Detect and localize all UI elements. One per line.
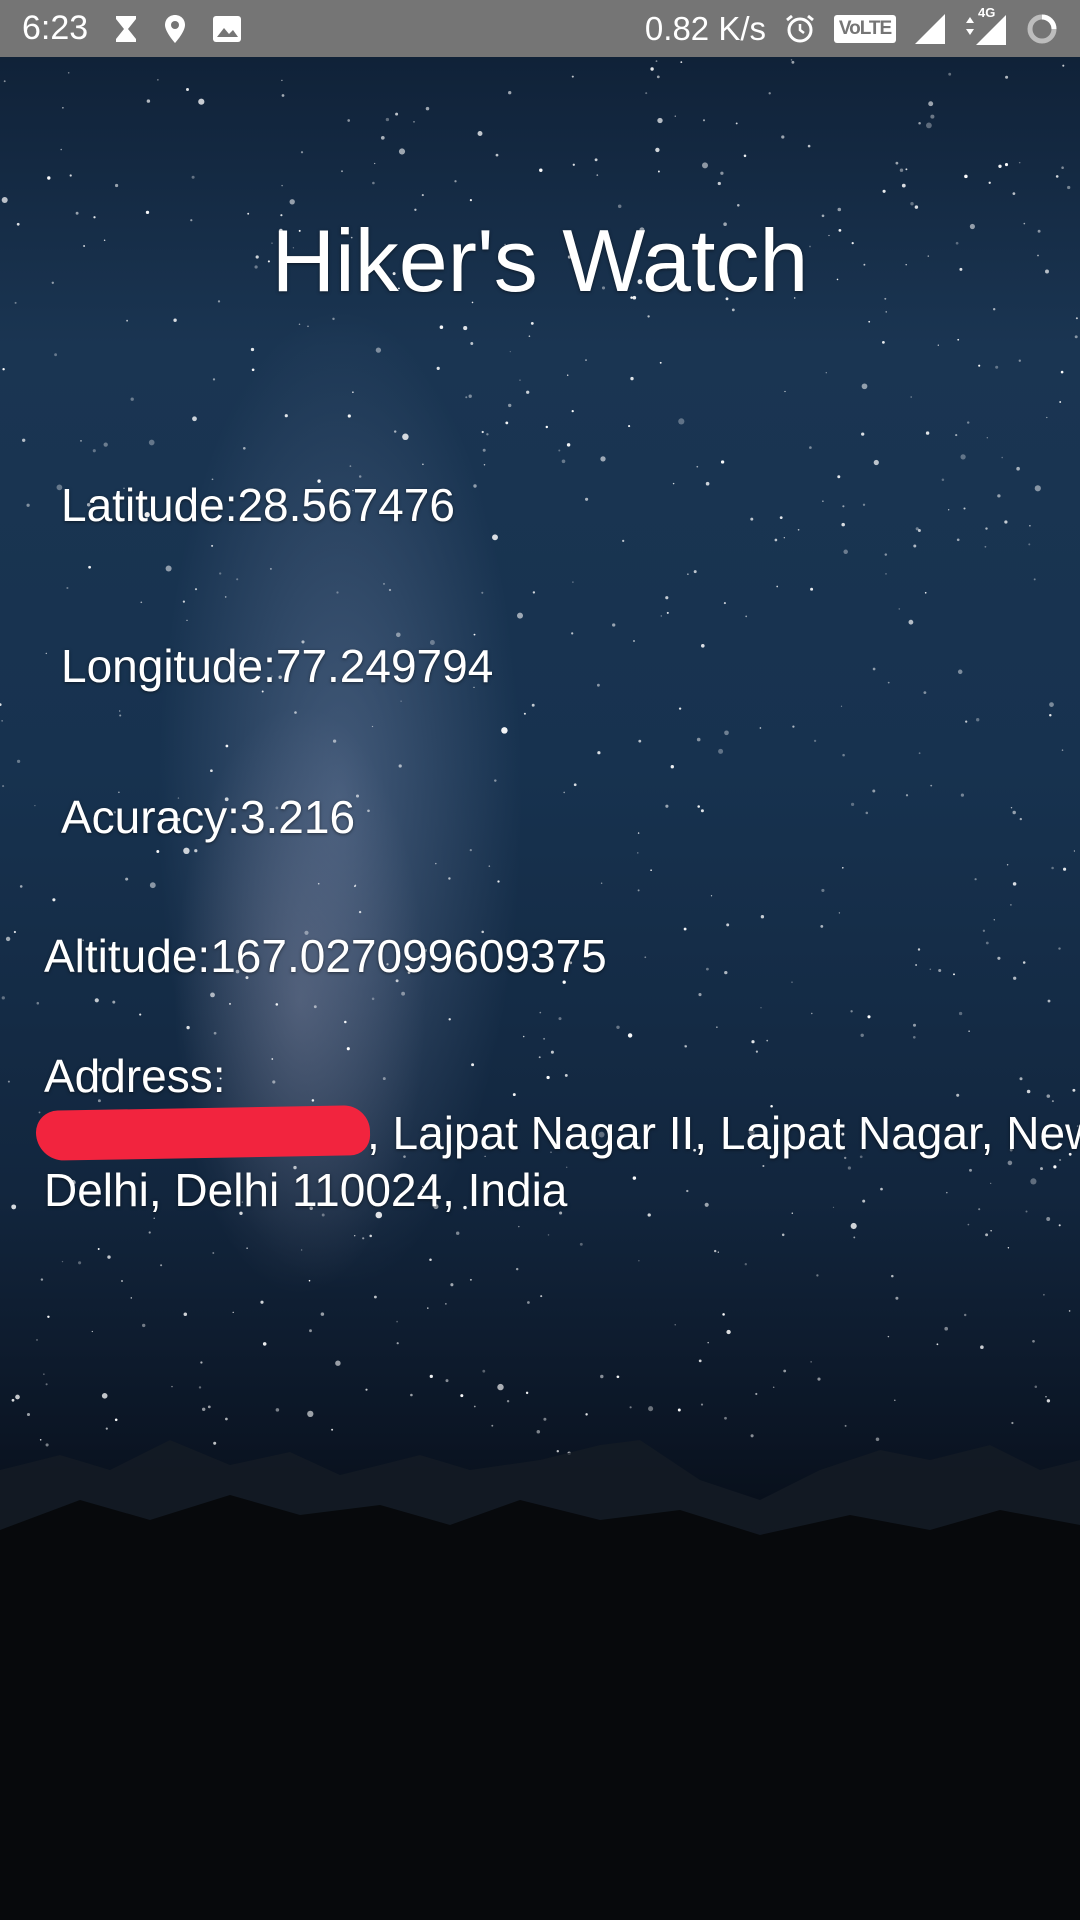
battery-icon [1026, 13, 1058, 45]
status-time: 6:23 [22, 9, 89, 47]
network-type-label: 4G [978, 4, 996, 20]
image-icon [212, 15, 242, 43]
signal-icon [914, 13, 946, 45]
longitude-text: Longitude:77.249794 [61, 640, 494, 692]
hourglass-icon [114, 14, 138, 44]
redaction-mark [35, 1105, 371, 1161]
app-title: Hiker's Watch [271, 211, 809, 310]
data-signal-icon: 4G [964, 5, 1008, 47]
latitude-text: Latitude:28.567476 [61, 479, 455, 531]
address-label: Address: [44, 1050, 226, 1102]
accuracy-text: Acuracy:3.216 [61, 791, 356, 843]
network-speed: 0.82 K/s [644, 9, 766, 47]
volte-icon: VoLTE [834, 14, 896, 43]
location-pin-icon [164, 14, 186, 44]
status-bar: 6:23 0.82 K/s VoLTE 4G [0, 0, 1080, 57]
alarm-icon [784, 13, 816, 45]
altitude-text: Altitude:167.027099609375 [44, 930, 607, 982]
